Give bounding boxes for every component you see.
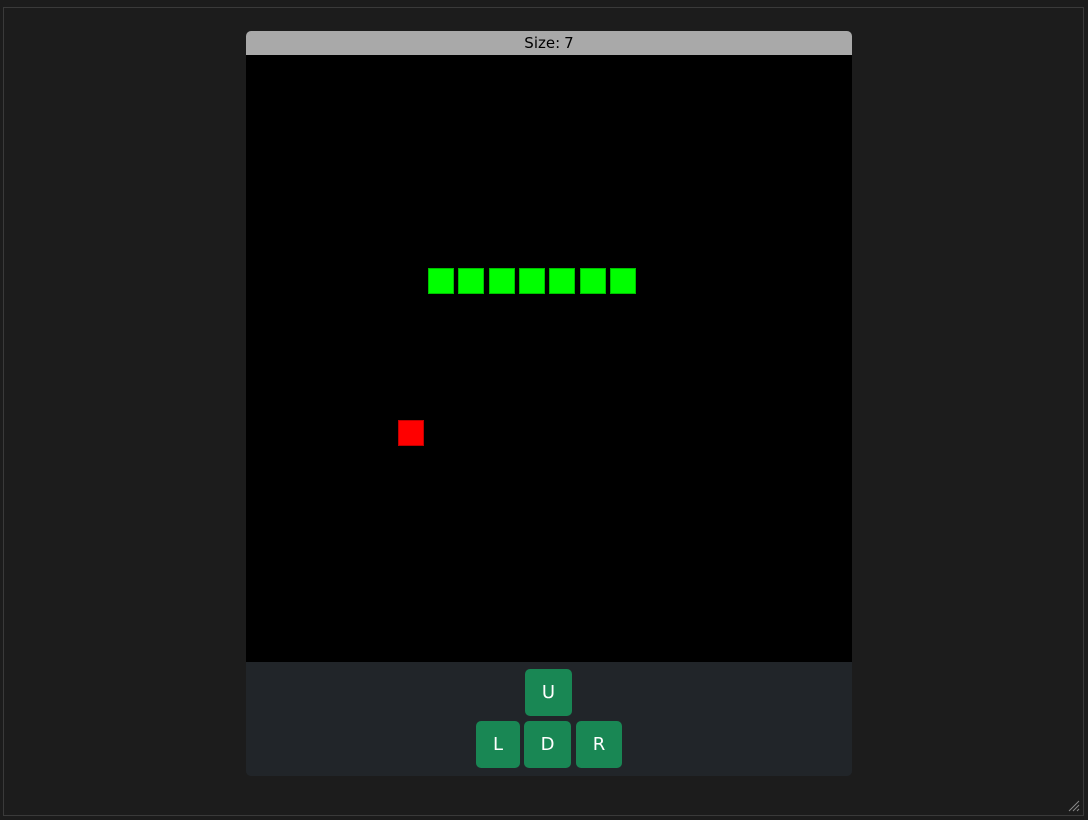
up-button[interactable]: U	[525, 669, 572, 716]
left-button[interactable]: L	[476, 721, 520, 768]
snake-segment	[488, 268, 515, 294]
snake-segment	[579, 268, 606, 294]
snake-game-card: Size: 7 U L D R	[246, 31, 852, 776]
resize-grip-icon[interactable]	[1068, 800, 1080, 812]
right-button[interactable]: R	[576, 721, 622, 768]
score-value: 7	[564, 34, 574, 52]
down-button[interactable]: D	[524, 721, 571, 768]
snake-segment	[458, 268, 485, 294]
score-label: Size:	[524, 34, 561, 52]
snake-head	[609, 268, 636, 294]
snake-segment	[428, 268, 454, 294]
snake-segment	[518, 268, 545, 294]
food-item	[397, 419, 424, 446]
direction-controls: U L D R	[246, 662, 852, 776]
score-bar: Size: 7	[246, 31, 852, 55]
game-board[interactable]	[246, 55, 852, 662]
snake-segment	[549, 268, 576, 294]
app-viewport: Size: 7 U L D R	[3, 7, 1084, 816]
